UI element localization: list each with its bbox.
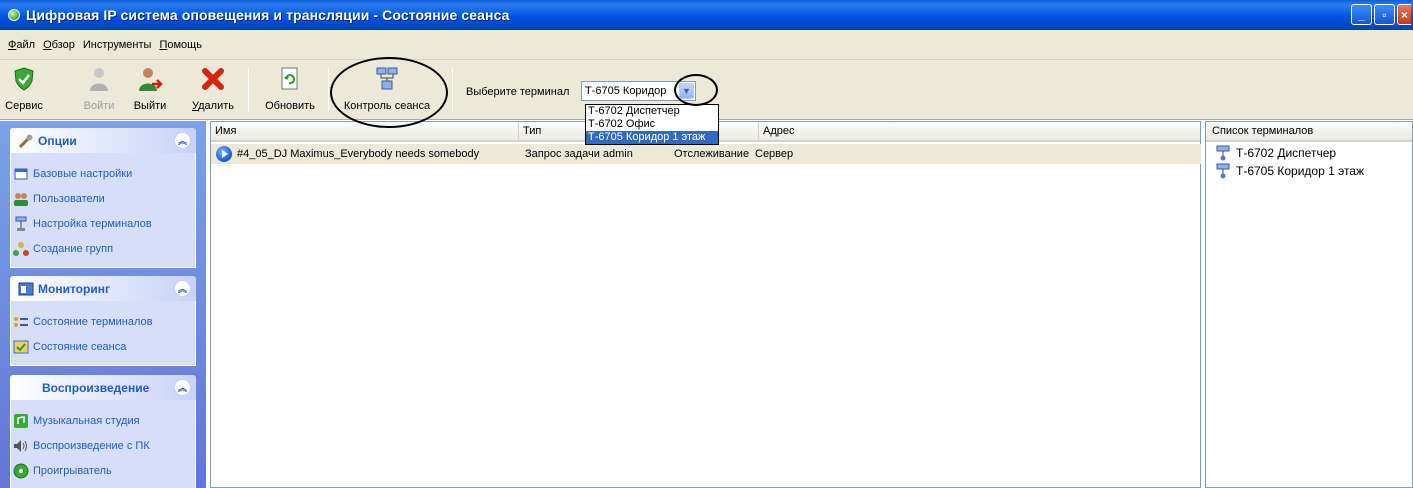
- toolbar-separator: [328, 68, 329, 112]
- player-disc-icon: [13, 463, 29, 479]
- users-icon: [13, 191, 29, 207]
- terminals-panel: Список терминалов Т-6702 Диспетчер Т-670…: [1205, 121, 1413, 488]
- terminal-select-value: Т-6705 Коридор: [585, 85, 667, 97]
- toolbar-separator: [248, 68, 249, 112]
- refresh-icon: [277, 66, 303, 92]
- terminal-option[interactable]: Т-6702 Офис: [586, 118, 718, 131]
- menu-help[interactable]: Помощь: [159, 39, 202, 51]
- refresh-button[interactable]: Обновить: [262, 64, 318, 116]
- window-controls: _ ▫ ×: [1351, 4, 1411, 25]
- menu-tools[interactable]: Инструменты: [83, 39, 152, 51]
- monitoring-group-header[interactable]: Мониторинг ︽: [10, 276, 196, 301]
- terminal-option[interactable]: Т-6702 Диспетчер: [586, 105, 718, 118]
- collapse-icon[interactable]: ︽: [174, 280, 191, 297]
- terminal-setup-icon: [13, 216, 29, 232]
- title-bar: Цифровая IP система оповещения и трансля…: [0, 0, 1413, 30]
- sidebar-item-terminal-status[interactable]: Состояние терминалов: [11, 309, 195, 334]
- music-studio-icon: [13, 413, 29, 429]
- options-group-header[interactable]: Опции ︽: [10, 128, 196, 153]
- terminal-icon: [1216, 163, 1230, 179]
- row-type: Запрос задачи admin: [525, 148, 633, 160]
- user-icon: [86, 66, 112, 92]
- terminal-icon: [1216, 145, 1230, 161]
- sidebar-item-player[interactable]: Проигрыватель: [11, 458, 195, 483]
- close-button[interactable]: ×: [1397, 4, 1411, 25]
- terminals-panel-header: Список терминалов: [1206, 122, 1412, 142]
- terminal-select-label: Выберите терминал: [466, 86, 570, 98]
- monitor-icon: [18, 281, 34, 297]
- monitoring-group: Мониторинг ︽ Состояние терминалов Состоя…: [10, 276, 196, 366]
- session-status-icon: [13, 339, 29, 355]
- terminal-dropdown-list: Т-6702 Диспетчер Т-6702 Офис Т-6705 Кори…: [585, 104, 719, 145]
- playback-group: Воспроизведение ︽ Музыкальная студия Вос…: [10, 375, 196, 488]
- window-settings-icon: [13, 166, 29, 182]
- session-list: Имя Тип Адрес #4_05_DJ Maximus_Everybody…: [210, 121, 1201, 488]
- options-group: Опции ︽ Базовые настройки Пользователи Н…: [10, 128, 196, 268]
- delete-button[interactable]: Удалить: [190, 64, 236, 116]
- terminal-option-selected[interactable]: Т-6705 Коридор 1 этаж: [586, 131, 718, 144]
- menu-bar: Файл Обзор Инструменты Помощь: [0, 30, 1413, 60]
- minimize-button[interactable]: _: [1351, 4, 1372, 25]
- window-title: Цифровая IP система оповещения и трансля…: [26, 7, 510, 23]
- terminal-list-item[interactable]: Т-6702 Диспетчер: [1206, 144, 1412, 162]
- sidebar-item-music-studio[interactable]: Музыкальная студия: [11, 408, 195, 433]
- status-list-icon: [13, 314, 29, 330]
- shield-icon: [11, 66, 37, 92]
- row-mode: Отслеживание: [674, 148, 750, 160]
- groups-icon: [13, 241, 29, 257]
- table-row[interactable]: #4_05_DJ Maximus_Everybody needs somebod…: [211, 144, 1201, 164]
- options-group-body: Базовые настройки Пользователи Настройка…: [10, 153, 196, 268]
- app-icon: [8, 9, 20, 21]
- collapse-icon[interactable]: ︽: [174, 132, 191, 149]
- speaker-icon: [13, 438, 29, 454]
- sidebar-item-pc-playback[interactable]: Воспроизведение с ПК: [11, 433, 195, 458]
- play-icon: [216, 146, 232, 162]
- column-header-address[interactable]: Адрес: [759, 122, 1200, 142]
- delete-x-icon: [200, 66, 226, 92]
- menu-file[interactable]: Файл: [8, 39, 35, 51]
- toolbar-separator: [452, 68, 453, 112]
- terminal-list-item[interactable]: Т-6705 Коридор 1 этаж: [1206, 162, 1412, 180]
- annotation-ellipse: [674, 74, 718, 106]
- sidebar-item-session-status[interactable]: Состояние сеанса: [11, 334, 195, 359]
- menu-view[interactable]: Обзор: [43, 39, 75, 51]
- row-address: Сервер: [755, 148, 794, 160]
- sidebar-item-terminal-setup[interactable]: Настройка терминалов: [11, 211, 195, 236]
- row-name: #4_05_DJ Maximus_Everybody needs somebod…: [237, 148, 480, 160]
- monitoring-group-body: Состояние терминалов Состояние сеанса: [10, 301, 196, 366]
- sidebar: Опции ︽ Базовые настройки Пользователи Н…: [0, 121, 206, 488]
- login-button[interactable]: Войти: [84, 64, 114, 116]
- playback-group-header[interactable]: Воспроизведение ︽: [10, 375, 196, 400]
- sidebar-item-users[interactable]: Пользователи: [11, 186, 195, 211]
- playback-group-body: Музыкальная студия Воспроизведение с ПК …: [10, 400, 196, 488]
- sidebar-item-base-settings[interactable]: Базовые настройки: [11, 161, 195, 186]
- service-button[interactable]: Сервис: [5, 64, 43, 116]
- logout-button[interactable]: Выйти: [130, 64, 170, 116]
- maximize-button[interactable]: ▫: [1374, 4, 1395, 25]
- collapse-icon[interactable]: ︽: [174, 379, 191, 396]
- annotation-ellipse: [330, 57, 448, 128]
- tools-icon: [18, 133, 34, 149]
- user-logout-icon: [137, 66, 163, 92]
- sidebar-item-create-groups[interactable]: Создание групп: [11, 236, 195, 261]
